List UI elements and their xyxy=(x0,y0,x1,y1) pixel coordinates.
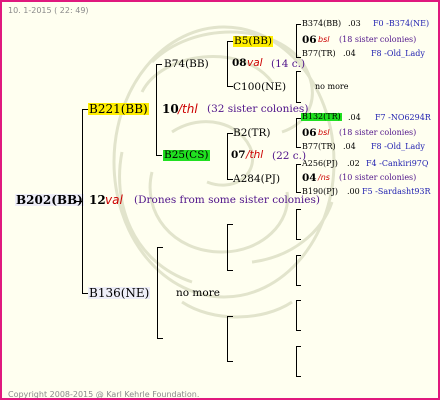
copyright-footer: Copyright 2008-2015 @ Karl Kehrle Founda… xyxy=(8,390,200,399)
g4-2-label[interactable]: B77(TR) xyxy=(302,50,336,58)
g4-1-note: (18 sister colonies) xyxy=(339,35,417,44)
a284-bracket-bottom xyxy=(296,192,301,193)
dd1-bracket-bottom xyxy=(227,270,233,271)
g4-7-num: 04 xyxy=(302,172,317,184)
dam-bracket-bottom xyxy=(157,338,163,339)
c100-bracket-top xyxy=(296,71,301,72)
root-note: (Drones from some sister colonies) xyxy=(134,194,320,206)
sire-sire-hive: val xyxy=(247,57,263,69)
e4-bracket-top xyxy=(296,346,301,347)
sire-bracket-top xyxy=(156,64,162,65)
g4-5-label[interactable]: B77(TR) xyxy=(302,143,336,151)
dam-bracket-top xyxy=(157,247,163,248)
ss-bracket-line xyxy=(227,41,228,87)
e4-bracket-line xyxy=(296,346,297,377)
dd2-bracket-top xyxy=(227,316,233,317)
timestamp-header: 10. 1-2015 ( 22: 49) xyxy=(8,6,89,15)
c100-bracket-line xyxy=(296,71,297,103)
b2-label[interactable]: B2(TR) xyxy=(233,128,271,139)
g4-3-pedigree: F7 -NO6294R xyxy=(375,113,431,122)
dam-note: no more xyxy=(176,287,220,299)
sire-dam-note: (22 c.) xyxy=(272,150,307,162)
sire-dam-num: 07 xyxy=(231,149,246,161)
g4-7-note: (10 sister colonies) xyxy=(339,173,417,182)
g4-6-val: .02 xyxy=(347,159,360,168)
g4-8-pedigree: F5 -Sardasht93R xyxy=(362,187,431,196)
g4-4-hive: bsl xyxy=(318,128,330,137)
g4-8-val: .00 xyxy=(347,187,360,196)
a284-label[interactable]: A284(PJ) xyxy=(233,174,280,185)
dam-queen-label[interactable]: B136(NE) xyxy=(88,287,151,299)
sire-hive: /thl xyxy=(178,102,198,116)
e1-bracket-bottom xyxy=(296,239,301,240)
e2-bracket-top xyxy=(296,255,301,256)
g4-3-val: .04 xyxy=(348,113,361,122)
sire-note: (32 sister colonies) xyxy=(207,103,309,115)
sire-dam-label[interactable]: B25(CS) xyxy=(163,150,210,161)
g4-0-val: .03 xyxy=(348,19,361,28)
sd-bracket-line xyxy=(227,133,228,180)
g4-7-hive: /ns xyxy=(318,173,330,182)
sire-num: 10 xyxy=(162,102,179,116)
dam-bracket-line xyxy=(157,247,158,339)
dd1-bracket-top xyxy=(227,224,233,225)
dd2-bracket-line xyxy=(227,316,228,362)
e2-bracket-bottom xyxy=(296,285,301,286)
sire-sire-label[interactable]: B74(BB) xyxy=(164,59,209,70)
a284-bracket-top xyxy=(296,164,301,165)
b5-bracket-line xyxy=(296,24,297,58)
b5-bracket-top xyxy=(296,24,301,25)
pedigree-canvas: 10. 1-2015 ( 22: 49) B202(BB) 12 val (Dr… xyxy=(0,0,440,400)
g4-4-num: 06 xyxy=(302,127,317,139)
b2-bracket-bottom xyxy=(296,147,301,148)
sire-sire-note: (14 c.) xyxy=(271,58,306,70)
e3-bracket-bottom xyxy=(296,330,301,331)
e3-bracket-line xyxy=(296,300,297,331)
g4-1-num: 06 xyxy=(302,34,317,46)
b5-label[interactable]: B5(BB) xyxy=(233,36,274,47)
g4-0-label[interactable]: B374(BB) xyxy=(302,20,341,28)
dd1-bracket-line xyxy=(227,224,228,271)
root-queen-label[interactable]: B202(BB) xyxy=(15,194,84,206)
g4-5-val: .04 xyxy=(343,142,356,151)
g4-2-pedigree: F8 -Old_Lady xyxy=(371,49,425,58)
b2-bracket-line xyxy=(296,118,297,148)
g4-8-label[interactable]: B190(PJ) xyxy=(302,188,338,196)
sire-queen-label[interactable]: B221(BB) xyxy=(88,103,149,115)
g4-2-val: .04 xyxy=(343,49,356,58)
e3-bracket-top xyxy=(296,300,301,301)
g4-4-note: (18 sister colonies) xyxy=(339,128,417,137)
sire-bracket-line xyxy=(156,64,157,156)
a284-bracket-line xyxy=(296,164,297,193)
sire-bracket-bottom xyxy=(156,155,162,156)
g4-6-pedigree: F4 -Cankiri97Q xyxy=(366,159,429,168)
e1-bracket-line xyxy=(296,209,297,240)
g4-1-hive: bsl xyxy=(318,35,330,44)
c100-bracket-bottom xyxy=(296,102,301,103)
root-num: 12 xyxy=(89,193,106,207)
g4-0-pedigree: F0 -B374(NE) xyxy=(373,19,430,28)
sire-dam-hive: /thl xyxy=(246,149,264,161)
e2-bracket-line xyxy=(296,255,297,286)
e1-bracket-top xyxy=(296,209,301,210)
root-bracket-stub xyxy=(76,201,83,202)
g4-6-label[interactable]: A256(PJ) xyxy=(302,160,338,168)
root-hive: val xyxy=(105,193,123,207)
g4-5-pedigree: F8 -Old_Lady xyxy=(371,142,425,151)
b5-bracket-bottom xyxy=(296,57,301,58)
dd2-bracket-bottom xyxy=(227,361,233,362)
g4-3-label[interactable]: B132(TR) xyxy=(301,113,342,121)
e4-bracket-bottom xyxy=(296,376,301,377)
c100-label[interactable]: C100(NE) xyxy=(233,82,286,93)
sire-sire-num: 08 xyxy=(232,57,247,69)
c100-note: no more xyxy=(315,82,349,91)
